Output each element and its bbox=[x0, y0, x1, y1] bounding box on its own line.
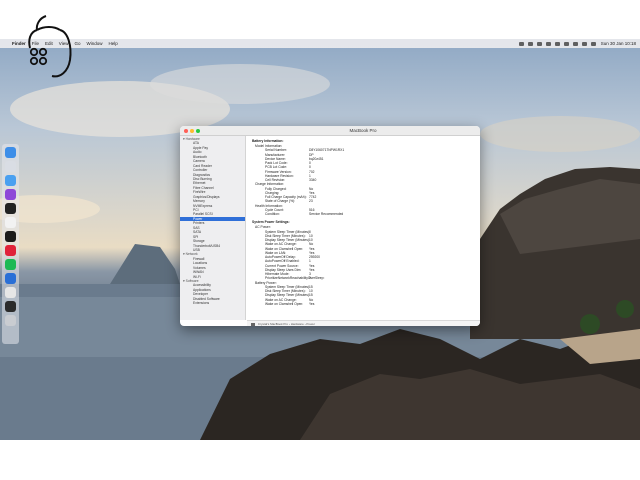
sidebar-item-label: USB bbox=[193, 247, 200, 252]
sidebar-item-label: Wi-Fi bbox=[193, 274, 201, 279]
menu-app-name[interactable]: Finder bbox=[12, 41, 26, 46]
sidebar-item[interactable]: Extensions bbox=[180, 301, 245, 305]
sidebar-item-label: WWAN bbox=[193, 270, 204, 275]
app-store-icon[interactable] bbox=[5, 287, 16, 298]
status-icon[interactable] bbox=[554, 41, 560, 46]
sidebar-item-label: Audio bbox=[193, 150, 202, 155]
sidebar-item-label: Printers bbox=[193, 221, 205, 226]
status-icon[interactable] bbox=[536, 41, 542, 46]
status-icon[interactable] bbox=[527, 41, 533, 46]
info-value: Service Recommended bbox=[309, 212, 344, 216]
search-icon[interactable] bbox=[581, 41, 587, 46]
trash-icon[interactable] bbox=[5, 315, 16, 326]
sidebar-item-label: SATA bbox=[193, 230, 202, 235]
sidebar-item-label: Disabled Software bbox=[193, 296, 220, 301]
sidebar-item-label: Extensions bbox=[193, 301, 210, 306]
sidebar-item-label: Graphics/Displays bbox=[193, 194, 220, 199]
sidebar-item-label: NVMExpress bbox=[193, 203, 213, 208]
zoom-button[interactable] bbox=[196, 129, 200, 133]
sidebar-item-label: SPI bbox=[193, 234, 199, 239]
calendar-icon[interactable] bbox=[5, 217, 16, 228]
info-row: Wake on Clamshell Open: Yes bbox=[252, 302, 475, 306]
sidebar-item-label: Card Reader bbox=[193, 163, 212, 168]
sidebar: ▾ Hardware ATA Apple Pay Audio Bluetooth Came… bbox=[180, 136, 246, 320]
sidebar-item-label: FireWire bbox=[193, 190, 206, 195]
spotify-icon[interactable] bbox=[5, 259, 16, 270]
info-value: D8Y1060717NPW1RX1 bbox=[309, 148, 345, 153]
opera-icon[interactable] bbox=[5, 245, 16, 256]
activity-monitor-icon[interactable] bbox=[5, 301, 16, 312]
status-icon[interactable] bbox=[518, 41, 524, 46]
sidebar-item-label: Parallel SCSI bbox=[193, 212, 213, 217]
status-area: Sun 30 Jan 10:18 bbox=[515, 39, 636, 48]
info-key: Condition: bbox=[265, 212, 280, 216]
battery-info-list: Model Information: Serial Number: D8Y10607… bbox=[252, 144, 475, 216]
logo-overlay-icon bbox=[28, 15, 72, 78]
sidebar-item-label: Memory bbox=[193, 199, 205, 204]
window-titlebar[interactable]: MacBook Pro bbox=[180, 126, 480, 136]
safari-icon[interactable] bbox=[5, 175, 16, 186]
menu-help[interactable]: Help bbox=[109, 41, 118, 46]
close-button[interactable] bbox=[184, 129, 188, 133]
sidebar-item-label: Diagnostics bbox=[193, 172, 211, 177]
info-value: bq20z451 bbox=[309, 156, 324, 161]
screen: Finder File Edit View Go Window Help Sun… bbox=[0, 0, 640, 480]
sidebar-item-label: Thunderbolt/USB4 bbox=[193, 243, 221, 248]
menu-window[interactable]: Window bbox=[87, 41, 103, 46]
1password-icon[interactable] bbox=[5, 273, 16, 284]
info-value: Yes bbox=[309, 301, 315, 306]
info-key: Wake on Clamshell Open: bbox=[265, 301, 304, 306]
menu-clock[interactable]: Sun 30 Jan 10:18 bbox=[601, 41, 636, 46]
finder-icon[interactable] bbox=[5, 147, 16, 158]
battery-icon[interactable] bbox=[563, 41, 569, 46]
system-information-window: MacBook Pro ▾ Hardware ATA Apple Pay Audio B… bbox=[180, 126, 480, 326]
sidebar-item-label: Hardware bbox=[185, 137, 200, 141]
sidebar-item-label: Developer bbox=[193, 292, 209, 297]
path-text[interactable]: Crystal's MacBook Pro › Hardware › Power bbox=[258, 322, 315, 326]
info-value: 23 bbox=[309, 199, 313, 204]
window-title: MacBook Pro bbox=[349, 128, 377, 133]
minimize-button[interactable] bbox=[190, 129, 194, 133]
status-icon[interactable] bbox=[545, 41, 551, 46]
info-value: 0 bbox=[309, 276, 311, 281]
podcasts-icon[interactable] bbox=[5, 189, 16, 200]
sidebar-item-label: Controller bbox=[193, 168, 208, 173]
menu-bar: Finder File Edit View Go Window Help Sun… bbox=[0, 39, 640, 48]
sidebar-item-label: Accessibility bbox=[193, 283, 211, 288]
wifi-icon[interactable] bbox=[572, 41, 578, 46]
path-bar: Crystal's MacBook Pro › Hardware › Power bbox=[247, 320, 480, 326]
sidebar-item-label: ATA bbox=[193, 141, 199, 146]
sidebar-item-label: SAS bbox=[193, 225, 200, 230]
sidebar-item-label: Apple Pay bbox=[193, 145, 209, 150]
sidebar-item-label: Firewall bbox=[193, 256, 205, 261]
sidebar-item-label: Power bbox=[193, 216, 203, 221]
control-center-icon[interactable] bbox=[590, 41, 596, 46]
sidebar-item-label: Disc Burning bbox=[193, 176, 212, 181]
launchpad-icon[interactable] bbox=[5, 161, 16, 172]
sidebar-item-label: Camera bbox=[193, 159, 205, 164]
sidebar-item-label: PCI bbox=[193, 208, 199, 212]
dock bbox=[2, 144, 19, 344]
stocks-icon[interactable] bbox=[5, 231, 16, 242]
info-value: 3340 bbox=[309, 178, 317, 182]
sidebar-item-label: Applications bbox=[193, 287, 211, 292]
sidebar-item-label: Storage bbox=[193, 239, 205, 244]
sidebar-item-label: Locations bbox=[193, 261, 208, 266]
sidebar-item-label: Fibre Channel bbox=[193, 185, 214, 190]
sidebar-item-label: Network bbox=[185, 252, 198, 257]
terminal-icon[interactable] bbox=[5, 203, 16, 214]
sidebar-item-label: Ethernet bbox=[193, 181, 206, 186]
sidebar-item-label: Volumes bbox=[193, 265, 206, 270]
detail-pane: Battery Information: Model Information: S… bbox=[247, 136, 480, 320]
sidebar-item-label: Software bbox=[185, 279, 199, 283]
sidebar-item-label: Bluetooth bbox=[193, 154, 207, 159]
power-settings-list: AC Power: System Sleep Timer (Minutes): 0 D… bbox=[252, 225, 475, 306]
computer-icon bbox=[251, 322, 255, 326]
